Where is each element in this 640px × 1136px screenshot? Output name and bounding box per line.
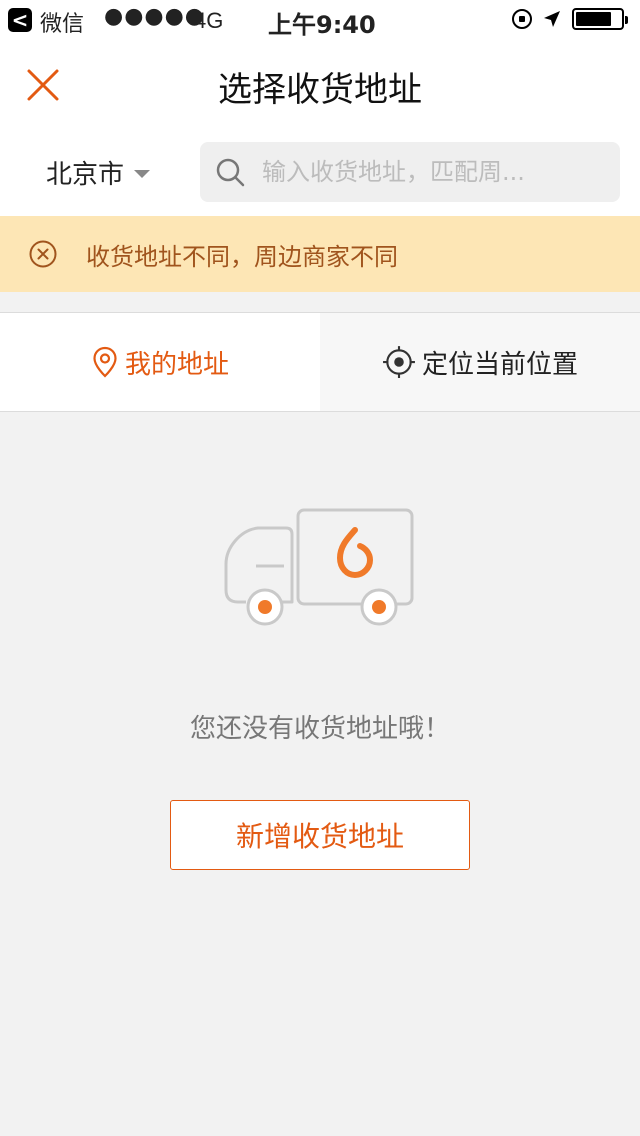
network-type: 4G xyxy=(194,8,224,33)
tab-locate-current-label: 定位当前位置 xyxy=(421,349,578,380)
location-arrow-icon xyxy=(544,11,560,27)
search-box[interactable] xyxy=(200,142,620,202)
back-app-name[interactable]: 微信 xyxy=(40,6,84,38)
page-title: 选择收货地址 xyxy=(218,70,422,110)
notice-text: 收货地址不同，周边商家不同 xyxy=(86,242,398,271)
back-to-app-icon[interactable]: < xyxy=(8,8,32,32)
search-row: 北京市 xyxy=(0,130,640,216)
battery-fill xyxy=(576,12,612,26)
search-input[interactable] xyxy=(260,157,604,187)
search-icon xyxy=(216,158,245,187)
battery-icon xyxy=(572,8,628,30)
location-pin-icon xyxy=(93,346,117,378)
add-address-button[interactable]: 新增收货地址 xyxy=(170,800,470,870)
crosshair-icon xyxy=(383,346,415,378)
city-name: 北京市 xyxy=(46,160,125,190)
chevron-down-icon xyxy=(134,169,151,178)
tab-locate-current[interactable]: 定位当前位置 xyxy=(320,313,640,411)
address-tabs: 我的地址 定位当前位置 xyxy=(0,312,640,412)
city-selector[interactable]: 北京市 xyxy=(46,154,151,191)
tab-my-address-label: 我的地址 xyxy=(124,349,229,380)
status-bar: < 微信 ●●●●● 4G 上午9:40 xyxy=(0,0,640,40)
tab-my-address[interactable]: 我的地址 xyxy=(0,313,320,411)
notice-banner: 收货地址不同，周边商家不同 xyxy=(0,216,640,292)
nav-bar: 选择收货地址 xyxy=(0,40,640,130)
close-circle-icon xyxy=(29,240,57,268)
rotation-lock-icon xyxy=(512,9,532,29)
empty-state-message: 您还没有收货地址哦！ xyxy=(189,714,450,744)
clock: 上午9:40 xyxy=(268,11,376,39)
status-icons xyxy=(512,8,628,30)
signal-strength: ●●●●● xyxy=(104,4,205,29)
delivery-truck-icon xyxy=(224,508,414,626)
